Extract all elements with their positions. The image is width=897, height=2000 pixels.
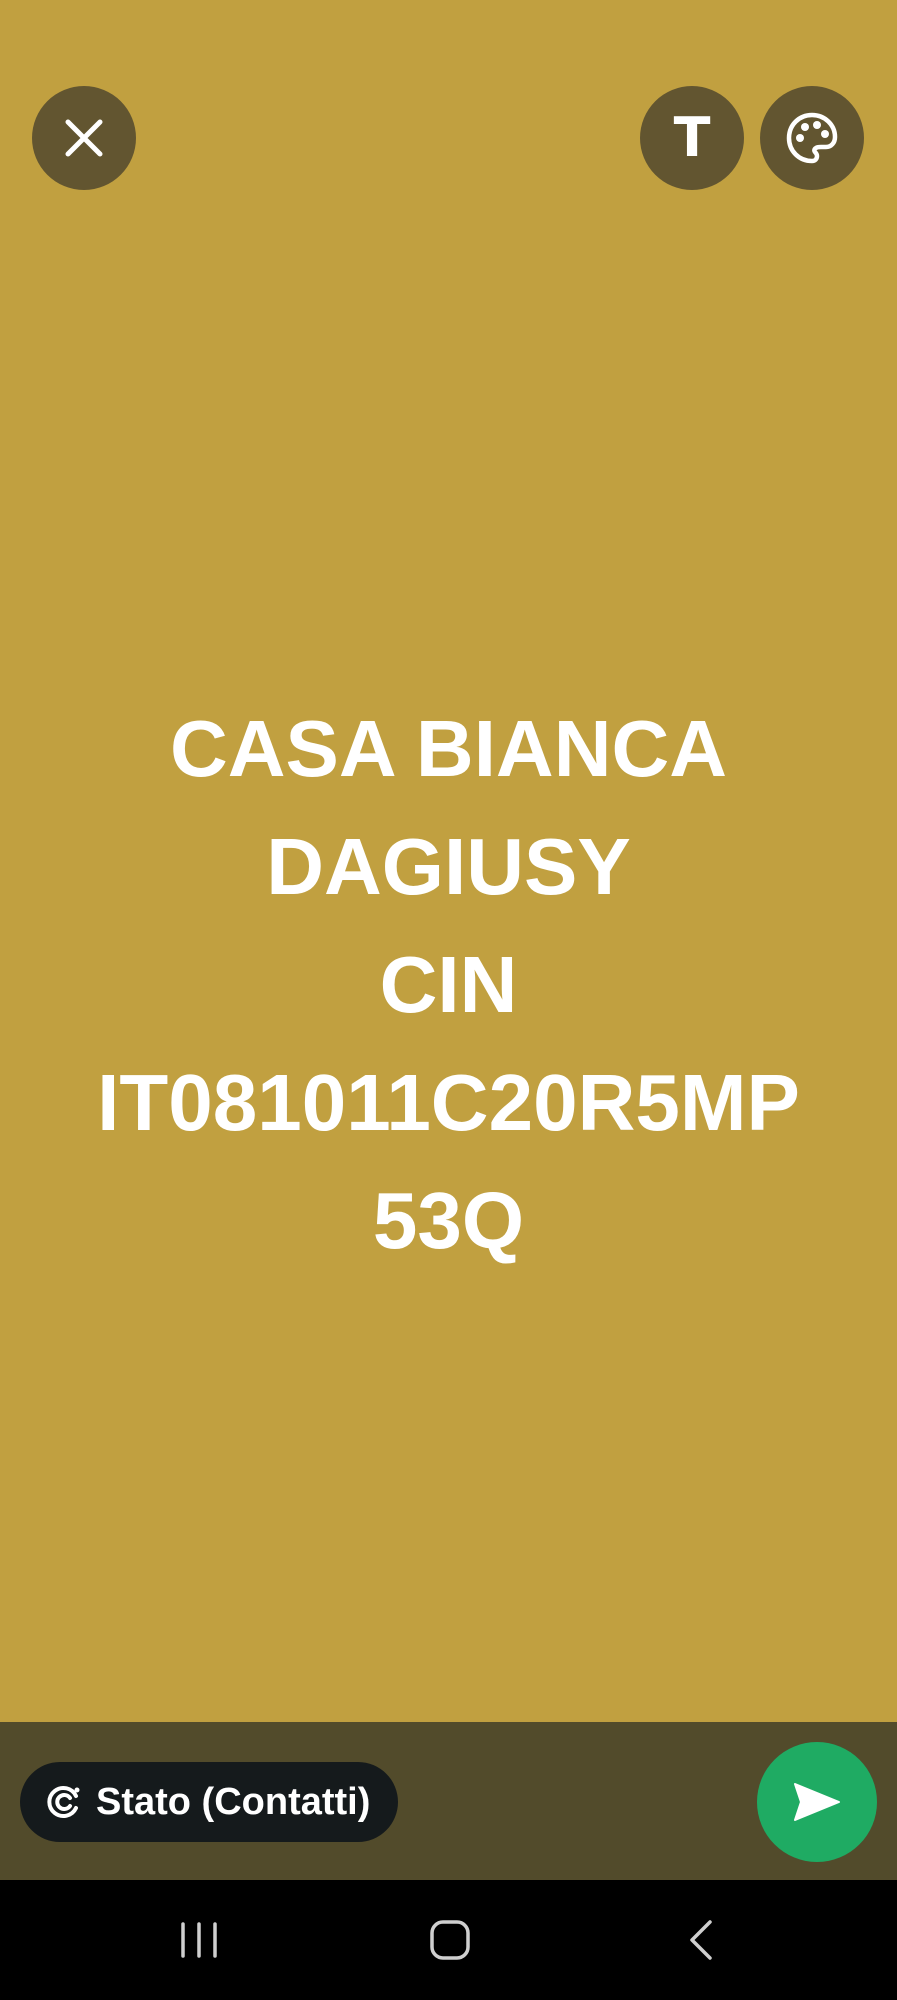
status-canvas[interactable]: T CASA BIANCA DAGIUSY CIN IT081011C20R5M… xyxy=(0,0,897,1722)
palette-icon xyxy=(786,112,838,164)
status-text-line: CASA BIANCA xyxy=(169,704,728,793)
status-text[interactable]: CASA BIANCA DAGIUSY CIN IT081011C20R5MP … xyxy=(0,690,897,1280)
back-button[interactable] xyxy=(641,1900,761,1980)
close-icon xyxy=(65,119,103,157)
audience-label: Stato (Contatti) xyxy=(96,1780,371,1823)
audience-selector[interactable]: Stato (Contatti) xyxy=(20,1762,398,1842)
send-button[interactable] xyxy=(757,1742,877,1862)
recents-icon xyxy=(181,1922,217,1958)
status-text-line: DAGIUSY xyxy=(266,822,631,911)
text-glyph: T xyxy=(673,106,711,169)
home-icon xyxy=(430,1920,470,1960)
text-style-button[interactable]: T xyxy=(640,86,744,190)
back-icon xyxy=(690,1920,712,1960)
system-navigation-bar xyxy=(0,1880,897,2000)
status-ring-icon xyxy=(47,1786,80,1818)
status-text-line: 53Q xyxy=(372,1176,525,1265)
recents-button[interactable] xyxy=(139,1900,259,1980)
close-button[interactable] xyxy=(32,86,136,190)
home-button[interactable] xyxy=(390,1900,510,1980)
send-icon xyxy=(794,1783,840,1821)
status-text-line: IT081011C20R5MP xyxy=(97,1058,800,1147)
bottom-bar: Stato (Contatti) xyxy=(0,1722,897,1880)
color-palette-button[interactable] xyxy=(760,86,864,190)
status-text-line: CIN xyxy=(379,940,518,1029)
